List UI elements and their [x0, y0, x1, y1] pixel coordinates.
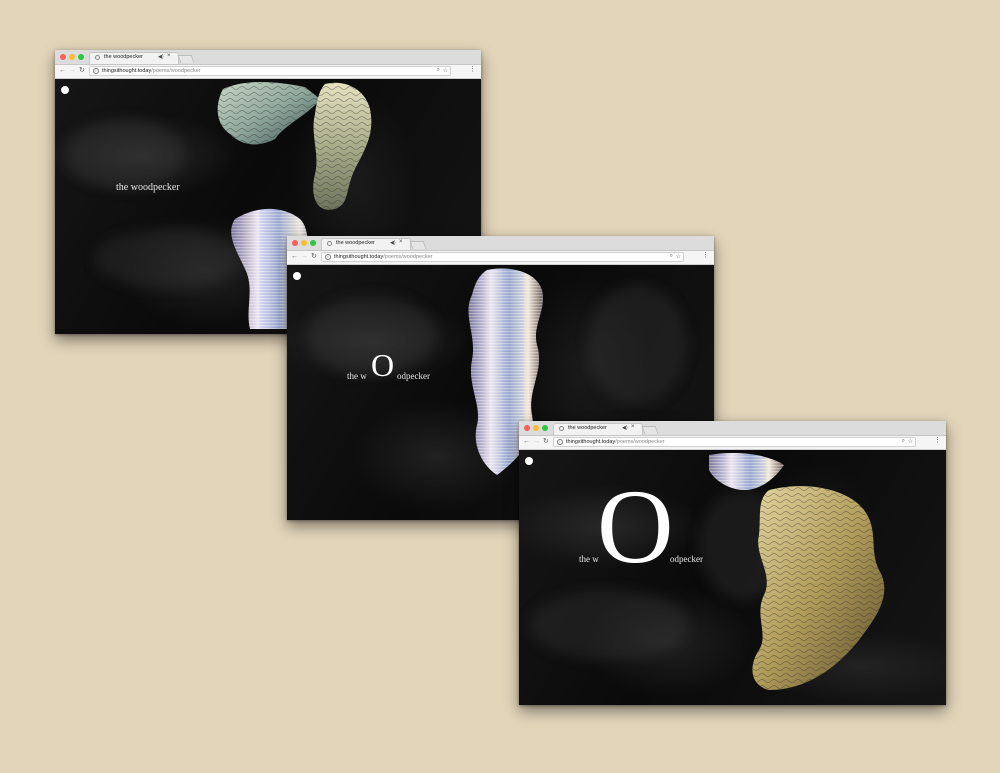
- glitch-sculpture: [709, 453, 885, 690]
- tab-title: the woodpecker: [568, 425, 607, 431]
- zoom-window-button[interactable]: [310, 240, 316, 246]
- bookmark-star-icon[interactable]: ☆: [908, 438, 913, 445]
- browser-toolbar: ← → ↻ i thingsithought.today/poems/woodp…: [55, 65, 481, 79]
- speaker-icon[interactable]: ◀): [390, 240, 396, 246]
- poem-title-prefix: the w: [347, 371, 367, 381]
- forward-arrow-icon[interactable]: →: [533, 438, 540, 446]
- browser-tab[interactable]: the woodpecker ◀) ×: [321, 238, 411, 250]
- fabric-fold: [529, 590, 689, 660]
- zoom-icon[interactable]: ⌕: [437, 67, 440, 74]
- back-arrow-icon[interactable]: ←: [523, 438, 530, 446]
- url-host: thingsithought.today: [566, 439, 616, 445]
- new-tab-button[interactable]: [177, 55, 195, 63]
- tab-bar: the woodpecker ◀) ×: [287, 236, 714, 251]
- poem-title-prefix: the w: [579, 554, 599, 564]
- new-tab-button[interactable]: [409, 241, 427, 249]
- tab-title: the woodpecker: [104, 54, 143, 60]
- showcase-stage: the woodpecker ◀) × ← → ↻ i thingsithoug…: [0, 0, 1000, 773]
- minimize-window-button[interactable]: [301, 240, 307, 246]
- address-bar[interactable]: i thingsithought.today/poems/woodpecker …: [89, 66, 451, 76]
- info-icon[interactable]: i: [93, 68, 99, 74]
- browser-window-3: the woodpecker ◀) × ← → ↻ i thingsithoug…: [519, 421, 946, 705]
- new-tab-button[interactable]: [641, 426, 659, 434]
- close-icon[interactable]: ×: [399, 239, 403, 245]
- tab-title: the woodpecker: [336, 240, 375, 246]
- minimize-window-button[interactable]: [69, 54, 75, 60]
- url-text: thingsithought.today/poems/woodpecker: [102, 68, 200, 74]
- loading-favicon-icon: [327, 241, 332, 246]
- forward-arrow-icon[interactable]: →: [69, 67, 76, 75]
- url-host: thingsithought.today: [334, 254, 384, 260]
- url-path: /poems/woodpecker: [151, 68, 201, 74]
- poem-title-suffix: odpecker: [397, 371, 430, 381]
- url-text: thingsithought.today/poems/woodpecker: [566, 439, 664, 445]
- menu-dots-icon[interactable]: ⋮: [702, 252, 709, 260]
- zoom-icon[interactable]: ⌕: [902, 438, 905, 445]
- menu-dots-icon[interactable]: ⋮: [934, 437, 941, 445]
- fabric-fold: [65, 119, 185, 189]
- reload-icon[interactable]: ↻: [79, 67, 85, 75]
- poem-title[interactable]: the woodpecker: [116, 182, 180, 193]
- url-host: thingsithought.today: [102, 68, 152, 74]
- poem-title-suffix: odpecker: [670, 554, 703, 564]
- zoom-window-button[interactable]: [78, 54, 84, 60]
- url-path: /poems/woodpecker: [383, 254, 433, 260]
- tab-bar: the woodpecker ◀) ×: [519, 421, 946, 436]
- back-arrow-icon[interactable]: ←: [291, 253, 298, 261]
- close-icon[interactable]: ×: [167, 53, 171, 59]
- page-viewport: the w O odpecker: [519, 450, 946, 705]
- fabric-fold: [587, 285, 687, 405]
- loading-favicon-icon: [95, 55, 100, 60]
- forward-arrow-icon[interactable]: →: [301, 253, 308, 261]
- speaker-icon[interactable]: ◀): [622, 425, 628, 431]
- browser-tab[interactable]: the woodpecker ◀) ×: [553, 423, 643, 435]
- url-text: thingsithought.today/poems/woodpecker: [334, 254, 432, 260]
- browser-tab[interactable]: the woodpecker ◀) ×: [89, 52, 179, 64]
- traffic-lights: [60, 54, 84, 60]
- poem-title-large-letter[interactable]: O: [597, 474, 674, 580]
- browser-toolbar: ← → ↻ i thingsithought.today/poems/woodp…: [519, 436, 946, 450]
- bookmark-star-icon[interactable]: ☆: [676, 253, 681, 260]
- traffic-lights: [292, 240, 316, 246]
- reload-icon[interactable]: ↻: [311, 253, 317, 261]
- info-icon[interactable]: i: [325, 254, 331, 260]
- menu-dot-button[interactable]: [61, 86, 69, 94]
- speaker-icon[interactable]: ◀): [158, 54, 164, 60]
- minimize-window-button[interactable]: [533, 425, 539, 431]
- menu-dot-button[interactable]: [293, 272, 301, 280]
- traffic-lights: [524, 425, 548, 431]
- bookmark-star-icon[interactable]: ☆: [443, 67, 448, 74]
- loading-favicon-icon: [559, 426, 564, 431]
- poem-title-large-letter[interactable]: O: [371, 349, 394, 381]
- menu-dots-icon[interactable]: ⋮: [469, 66, 476, 74]
- reload-icon[interactable]: ↻: [543, 438, 549, 446]
- url-path: /poems/woodpecker: [615, 439, 665, 445]
- back-arrow-icon[interactable]: ←: [59, 67, 66, 75]
- tab-bar: the woodpecker ◀) ×: [55, 50, 481, 65]
- close-window-button[interactable]: [292, 240, 298, 246]
- menu-dot-button[interactable]: [525, 457, 533, 465]
- zoom-window-button[interactable]: [542, 425, 548, 431]
- browser-toolbar: ← → ↻ i thingsithought.today/poems/woodp…: [287, 251, 714, 265]
- address-bar[interactable]: i thingsithought.today/poems/woodpecker …: [553, 437, 916, 447]
- close-window-button[interactable]: [524, 425, 530, 431]
- address-bar[interactable]: i thingsithought.today/poems/woodpecker …: [321, 252, 684, 262]
- close-icon[interactable]: ×: [631, 424, 635, 430]
- zoom-icon[interactable]: ⌕: [670, 253, 673, 260]
- info-icon[interactable]: i: [557, 439, 563, 445]
- close-window-button[interactable]: [60, 54, 66, 60]
